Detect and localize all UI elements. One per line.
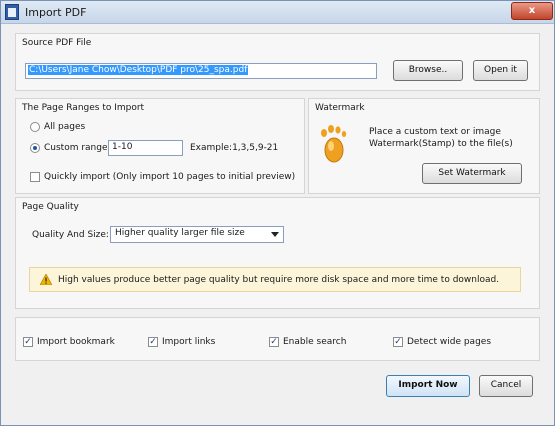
quality-warning-banner: High values produce better page quality … (29, 267, 521, 292)
quality-size-select[interactable]: Higher quality larger file size (110, 226, 284, 243)
range-example-text: Example:1,3,5,9-21 (190, 143, 279, 153)
browse-button[interactable]: Browse.. (393, 60, 463, 81)
import-bookmark-label: Import bookmark (37, 337, 115, 347)
quick-import-checkbox[interactable] (30, 172, 40, 182)
quality-size-value: Higher quality larger file size (115, 228, 245, 238)
source-path-field[interactable]: C:\Users\Jane Chow\Desktop\PDF pro\25_sp… (25, 63, 377, 79)
import-pdf-dialog: Import PDF x Source PDF File C:\Users\Ja… (0, 0, 555, 426)
watermark-description-line1: Place a custom text or image (369, 127, 501, 137)
enable-search-checkbox[interactable]: ✓ (269, 337, 279, 347)
detect-wide-pages-label: Detect wide pages (407, 337, 492, 347)
all-pages-radio[interactable] (30, 122, 40, 132)
footprint-icon (321, 125, 347, 163)
custom-range-radio[interactable] (30, 143, 40, 153)
watermark-description-line2: Watermark(Stamp) to the file(s) (369, 139, 513, 149)
pdf-app-icon (5, 4, 19, 20)
custom-range-label: Custom range: (44, 143, 111, 153)
import-now-button[interactable]: Import Now (386, 375, 470, 397)
open-it-button[interactable]: Open it (473, 60, 528, 81)
detect-wide-pages-checkbox[interactable]: ✓ (393, 337, 403, 347)
import-links-label: Import links (162, 337, 216, 347)
set-watermark-button[interactable]: Set Watermark (422, 163, 522, 184)
close-button[interactable]: x (511, 2, 553, 20)
quick-import-label: Quickly import (Only import 10 pages to … (44, 172, 296, 182)
warning-icon (40, 274, 52, 285)
source-pdf-group-title: Source PDF File (22, 38, 92, 48)
page-quality-group: Page Quality (15, 197, 540, 309)
page-quality-group-title: Page Quality (22, 202, 79, 212)
import-bookmark-checkbox[interactable]: ✓ (23, 337, 33, 347)
chevron-down-icon (271, 232, 279, 237)
import-links-checkbox[interactable]: ✓ (148, 337, 158, 347)
watermark-group-title: Watermark (315, 103, 365, 113)
title-bar[interactable]: Import PDF x (1, 1, 554, 24)
enable-search-label: Enable search (283, 337, 347, 347)
all-pages-label: All pages (44, 122, 86, 132)
source-path-value: C:\Users\Jane Chow\Desktop\PDF pro\25_sp… (28, 65, 249, 75)
quality-warning-text: High values produce better page quality … (58, 275, 500, 285)
custom-range-input[interactable]: 1-10 (108, 140, 183, 156)
quality-size-label: Quality And Size: (32, 230, 109, 240)
page-ranges-group-title: The Page Ranges to Import (22, 103, 145, 113)
cancel-button[interactable]: Cancel (479, 375, 533, 397)
window-title: Import PDF (25, 6, 87, 19)
